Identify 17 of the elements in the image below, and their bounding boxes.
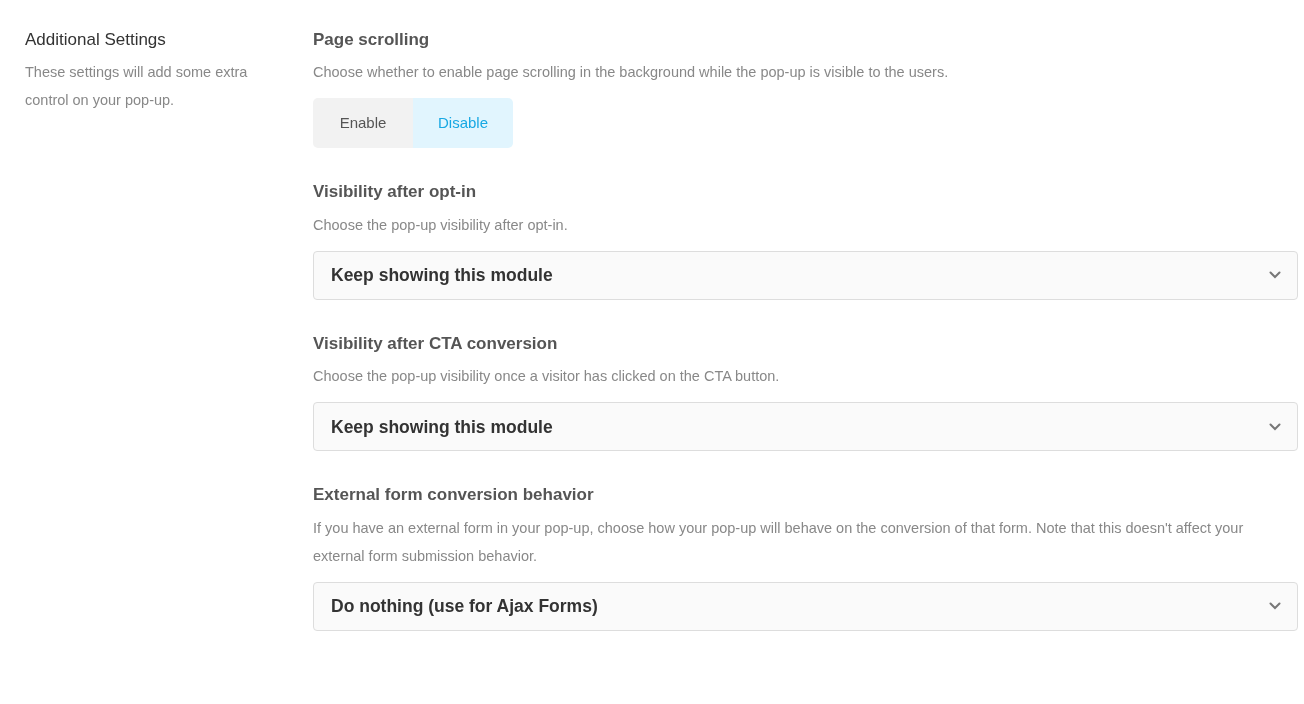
setting-description: Choose the pop-up visibility after opt-in. [313, 215, 569, 235]
setting-title: External form conversion behavior [313, 485, 595, 506]
setting-description: Choose the pop-up visibility once a visitor has clicked on the CTA button. [313, 367, 781, 387]
setting-title: Visibility after opt-in [313, 182, 478, 203]
setting-description: Choose whether to enable page scrolling in the background while the pop-up is visible to the users. [313, 63, 950, 83]
chevron-down-icon [1269, 271, 1281, 280]
toggle-option[interactable]: Enable [313, 98, 413, 149]
section-title: Additional Settings [25, 30, 167, 51]
select-dropdown[interactable]: Keep showing this module [313, 402, 1298, 452]
setting-description: If you have an external form in your pop-up, choose how your pop-up will behave on the conversion of that form. Note that this doesn't affect your external form submission behavior. [313, 518, 1245, 566]
chevron-down-icon [1269, 422, 1281, 431]
setting-title: Visibility after CTA conversion [313, 333, 559, 355]
section-description: These settings will add some extra control on your pop-up. [25, 63, 249, 111]
setting-title: Page scrolling [313, 30, 431, 51]
select-dropdown[interactable]: Do nothing (use for Ajax Forms) [313, 581, 1298, 631]
select-dropdown[interactable]: Keep showing this module [313, 250, 1298, 300]
chevron-down-icon [1269, 602, 1281, 611]
